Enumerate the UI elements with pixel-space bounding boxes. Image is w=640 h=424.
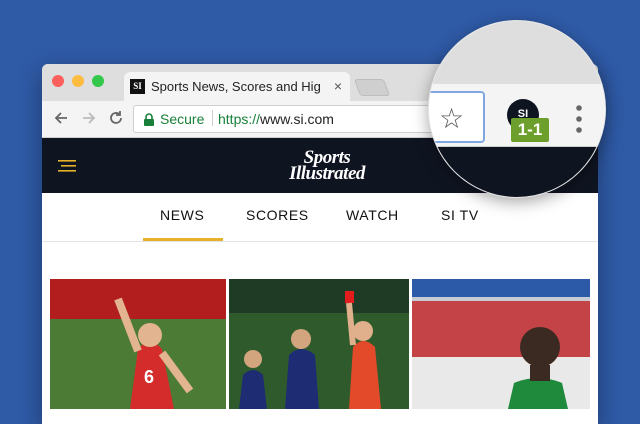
- photo-player-senegal[interactable]: [412, 279, 590, 409]
- photo-referee-red-card[interactable]: [229, 279, 409, 409]
- hero-photos: 6: [50, 279, 590, 409]
- star-outline-icon: ☆: [439, 103, 465, 134]
- score-badge: 1-1: [511, 118, 549, 142]
- sports-illustrated-logo[interactable]: Sports Illustrated: [262, 148, 392, 184]
- lock-icon: [144, 113, 154, 126]
- url-host: www.si.com: [260, 111, 334, 127]
- toolbar-magnifier: ☆ SI 1-1: [428, 20, 606, 198]
- secure-label: Secure: [160, 111, 205, 127]
- url-text: https://www.si.com: [218, 111, 334, 127]
- minimize-window-button[interactable]: [72, 75, 84, 87]
- magnified-site-header: [429, 147, 605, 197]
- maximize-window-button[interactable]: [92, 75, 104, 87]
- magnified-tab-strip: [429, 21, 605, 84]
- back-arrow-icon[interactable]: [52, 109, 70, 127]
- si-favicon-icon: SI: [130, 79, 145, 94]
- svg-text:6: 6: [144, 367, 154, 387]
- nav-scores[interactable]: SCORES: [246, 207, 309, 223]
- nav-watch[interactable]: WATCH: [346, 207, 399, 223]
- url-scheme: https://: [218, 111, 261, 127]
- nav-active-indicator: [143, 238, 223, 241]
- photo-player-celebrating[interactable]: 6: [50, 279, 226, 409]
- hamburger-menu-icon[interactable]: [58, 160, 76, 172]
- reload-icon[interactable]: [107, 109, 125, 127]
- forward-arrow-icon[interactable]: [80, 109, 98, 127]
- bookmark-star-button[interactable]: ☆: [429, 91, 485, 143]
- omnibox-divider: [212, 110, 213, 126]
- close-tab-icon[interactable]: ×: [334, 78, 342, 94]
- nav-news[interactable]: NEWS: [160, 207, 204, 223]
- site-nav: NEWS SCORES WATCH SI TV: [42, 193, 598, 242]
- tab-title: Sports News, Scores and Highl: [151, 79, 321, 94]
- tab-si[interactable]: SI Sports News, Scores and Highl ×: [124, 72, 350, 101]
- logo-line-2: Illustrated: [289, 163, 365, 184]
- new-tab-button[interactable]: [353, 79, 391, 96]
- nav-si-tv[interactable]: SI TV: [441, 207, 479, 223]
- vertical-dots-icon[interactable]: [575, 104, 583, 134]
- close-window-button[interactable]: [52, 75, 64, 87]
